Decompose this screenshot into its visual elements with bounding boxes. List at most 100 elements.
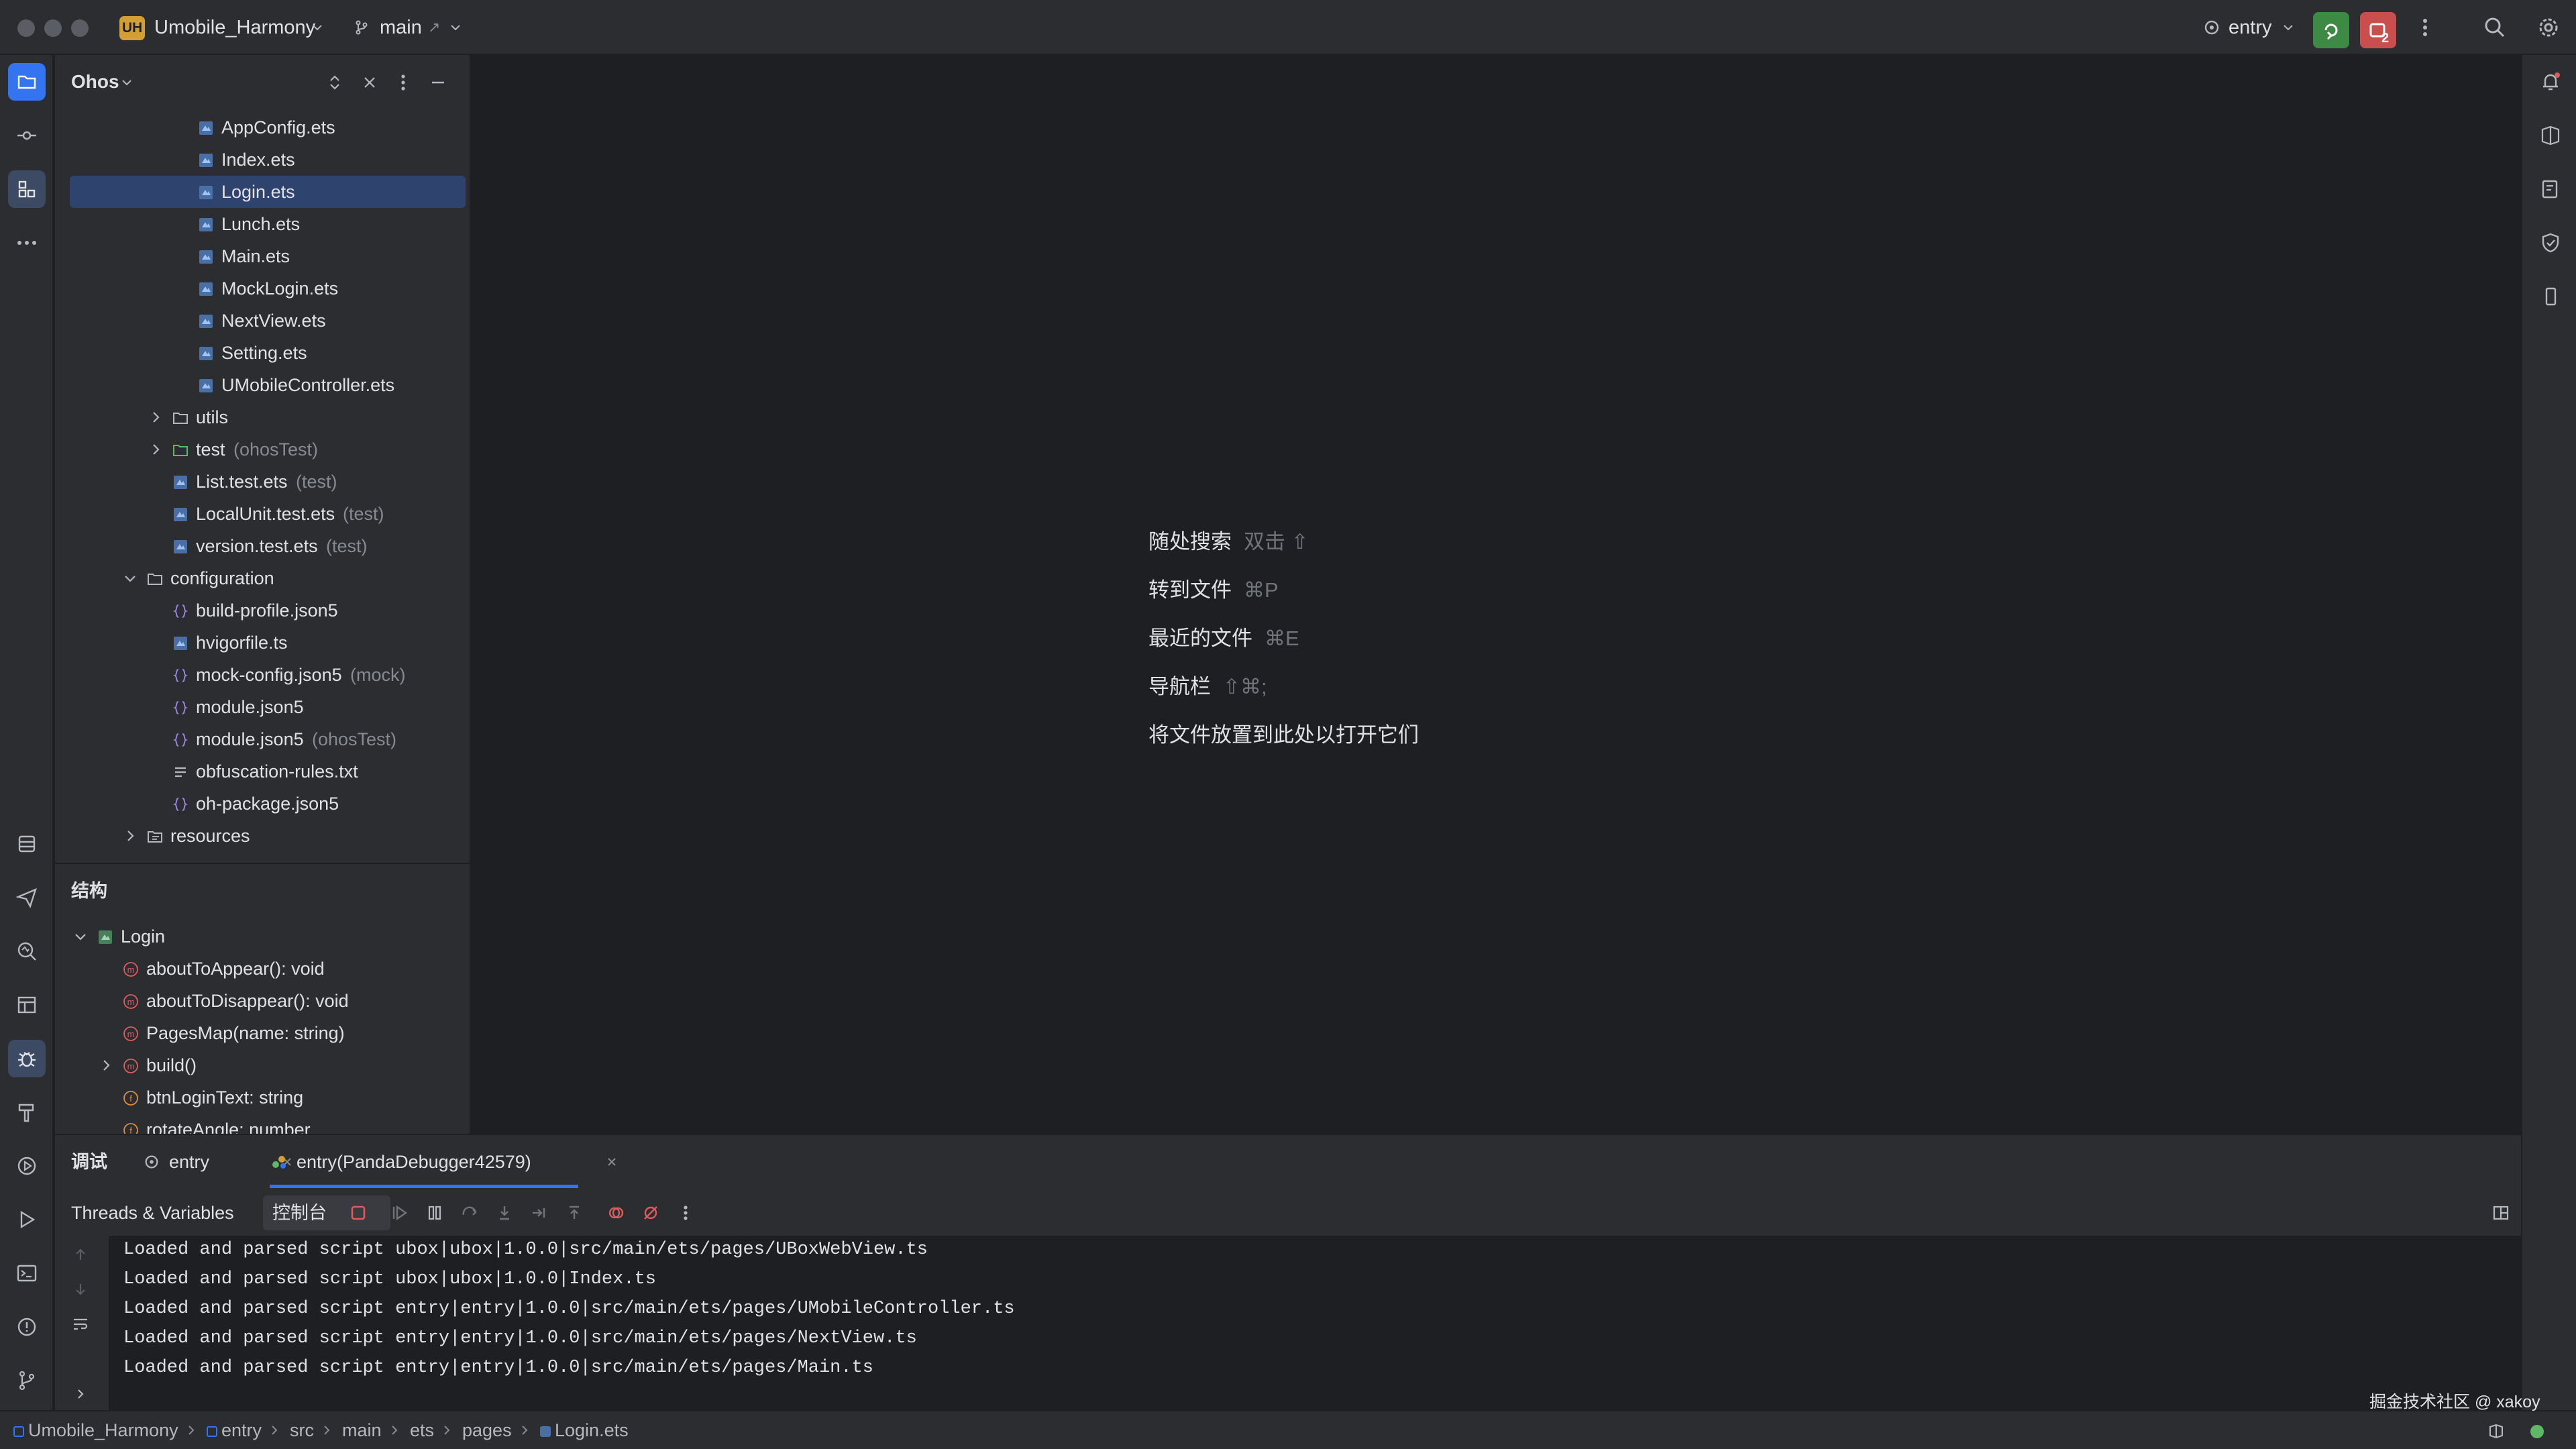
project-switcher[interactable]: UH Umobile_Harmony	[114, 0, 335, 55]
breadcrumb-item[interactable]: entry	[207, 1411, 262, 1449]
tree-item[interactable]: hvigorfile.ts	[70, 627, 466, 659]
structure-item[interactable]: m build()	[70, 1049, 466, 1081]
project-tool-button[interactable]	[8, 63, 46, 101]
security-shield-icon[interactable]	[2532, 224, 2569, 262]
structure-item[interactable]: m aboutToAppear(): void	[70, 953, 466, 985]
structure-item[interactable]: Login	[70, 920, 466, 953]
hide-panel-icon[interactable]	[427, 71, 449, 94]
structure-item[interactable]: f rotateAngle: number	[70, 1114, 466, 1134]
chevron-down-icon[interactable]	[72, 928, 89, 945]
collapse-all-icon[interactable]	[358, 71, 381, 94]
tree-item[interactable]: List.test.ets (test)	[70, 466, 466, 498]
structure-item[interactable]: m aboutToDisappear(): void	[70, 985, 466, 1017]
stop-button[interactable]: 2	[2360, 12, 2396, 48]
console-prompt-chevron-icon[interactable]	[70, 1383, 91, 1405]
debug-more-icon[interactable]	[675, 1202, 696, 1224]
database-tool-button[interactable]	[8, 825, 46, 863]
view-breakpoints-icon[interactable]	[605, 1202, 627, 1224]
more-tools-icon[interactable]	[8, 224, 46, 262]
step-over-icon[interactable]	[459, 1202, 480, 1224]
profiler-tool-button[interactable]	[8, 932, 46, 970]
build-tool-button[interactable]	[8, 1093, 46, 1131]
tree-item[interactable]: test (ohosTest)	[70, 433, 466, 466]
tree-item[interactable]: Main.ets	[70, 240, 466, 272]
mute-breakpoints-icon[interactable]	[640, 1202, 661, 1224]
breadcrumb-item[interactable]: main	[342, 1411, 382, 1449]
expand-collapse-icon[interactable]	[323, 71, 346, 94]
layout-tool-button[interactable]	[8, 986, 46, 1024]
layout-settings-icon[interactable]	[2490, 1202, 2512, 1224]
tree-item[interactable]: Setting.ets	[70, 337, 466, 369]
scroll-down-icon[interactable]	[70, 1279, 91, 1300]
subtab-threads-variables[interactable]: Threads & Variables	[71, 1186, 234, 1240]
force-step-into-icon[interactable]	[529, 1202, 550, 1224]
tree-item[interactable]: NextView.ets	[70, 305, 466, 337]
tree-item[interactable]: obfuscation-rules.txt	[70, 755, 466, 788]
tree-item[interactable]: UMobileController.ets	[70, 369, 466, 401]
phone-device-icon[interactable]	[2532, 278, 2569, 315]
terminal-tool-button[interactable]	[8, 1254, 46, 1292]
close-window-button[interactable]	[17, 19, 35, 37]
subtab-console[interactable]: 控制台	[263, 1195, 390, 1230]
chevron-right-icon[interactable]	[98, 1057, 114, 1073]
preview-tool-icon[interactable]	[2532, 117, 2569, 154]
branch-switcher[interactable]: main ↗	[349, 0, 470, 55]
services-tool-button[interactable]	[8, 1147, 46, 1185]
structure-item[interactable]: m PagesMap(name: string)	[70, 1017, 466, 1049]
chevron-down-icon[interactable]	[119, 75, 134, 90]
breadcrumb-item[interactable]: ets	[410, 1411, 434, 1449]
debug-tool-button[interactable]	[8, 1040, 46, 1077]
scroll-up-icon[interactable]	[70, 1244, 91, 1265]
device-manager-icon[interactable]	[2532, 170, 2569, 208]
minimize-window-button[interactable]	[44, 19, 62, 37]
breadcrumb-item[interactable]: Login.ets	[540, 1411, 629, 1449]
tree-item[interactable]: resources	[70, 820, 466, 852]
tree-item[interactable]: Lunch.ets	[70, 208, 466, 240]
run-tool-button[interactable]	[8, 1201, 46, 1238]
chevron-right-icon[interactable]	[148, 441, 164, 458]
debug-session-tab-panda[interactable]: entry(PandaDebugger42579)	[270, 1135, 632, 1189]
breadcrumb-item[interactable]: src	[290, 1411, 314, 1449]
step-into-icon[interactable]	[494, 1202, 515, 1224]
structure-tool-button[interactable]	[8, 170, 46, 208]
inspection-icon[interactable]	[2486, 1421, 2506, 1441]
tree-item[interactable]: LocalUnit.test.ets (test)	[70, 498, 466, 530]
pause-icon[interactable]	[424, 1202, 445, 1224]
commit-tool-button[interactable]	[8, 117, 46, 154]
step-out-icon[interactable]	[564, 1202, 585, 1224]
structure-item[interactable]: f btnLoginText: string	[70, 1081, 466, 1114]
more-actions-icon[interactable]	[2414, 16, 2436, 39]
apply-changes-button[interactable]	[2313, 12, 2349, 48]
tree-item[interactable]: build-profile.json5	[70, 594, 466, 627]
tree-item[interactable]: Login.ets	[70, 176, 466, 208]
tree-item[interactable]: mock-config.json5 (mock)	[70, 659, 466, 691]
project-view-selector[interactable]: Ohos	[71, 68, 119, 95]
problems-tool-button[interactable]	[8, 1308, 46, 1346]
panel-options-icon[interactable]	[392, 71, 415, 94]
resume-icon[interactable]	[389, 1202, 411, 1224]
breadcrumb-item[interactable]: pages	[462, 1411, 512, 1449]
breadcrumb-item[interactable]: Umobile_Harmony	[13, 1411, 178, 1449]
run-config-selector[interactable]: entry	[2198, 0, 2304, 55]
tree-item[interactable]: version.test.ets (test)	[70, 530, 466, 562]
settings-gear-icon[interactable]	[2536, 15, 2561, 40]
git-tool-button[interactable]	[8, 1362, 46, 1399]
tree-item[interactable]: module.json5 (ohosTest)	[70, 723, 466, 755]
tree-item[interactable]: module.json5	[70, 691, 466, 723]
console-output[interactable]: Loaded and parsed script ubox|ubox|1.0.0…	[109, 1236, 2521, 1411]
stop-debug-icon[interactable]	[347, 1202, 369, 1224]
chevron-down-icon[interactable]	[122, 570, 138, 586]
tree-item[interactable]: Index.ets	[70, 144, 466, 176]
close-tab-icon[interactable]	[605, 1155, 619, 1169]
tree-item[interactable]: AppConfig.ets	[70, 111, 466, 144]
deploy-tool-button[interactable]	[8, 879, 46, 916]
chevron-right-icon[interactable]	[122, 828, 138, 844]
notifications-bell-icon[interactable]	[2532, 63, 2569, 101]
search-icon[interactable]	[2482, 15, 2508, 40]
soft-wrap-icon[interactable]	[70, 1313, 91, 1335]
tree-item[interactable]: utils	[70, 401, 466, 433]
chevron-right-icon[interactable]	[148, 409, 164, 425]
editor-area[interactable]: 随处搜索 双击 ⇧ 转到文件 ⌘P 最近的文件 ⌘E 导航栏 ⇧⌘; 将文件放置到此处以打开它们	[471, 55, 2520, 1134]
tree-item[interactable]: oh-package.json5	[70, 788, 466, 820]
tree-item[interactable]: configuration	[70, 562, 466, 594]
